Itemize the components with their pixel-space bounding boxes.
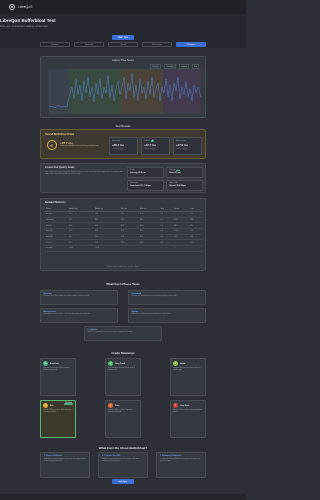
grade-name: Poor	[115, 404, 120, 407]
brand-name: LibreQoS	[18, 5, 33, 9]
grade-meaning-card: C Fair Less than 200 ms increase. Noticeab…	[40, 400, 76, 438]
grade-badge: B	[173, 361, 178, 366]
grade-description: Moderate bufferbloat detected during loa…	[60, 145, 100, 147]
metric-sub: Latency increase	[176, 148, 188, 150]
metric-value: +36.4 ms	[112, 143, 124, 147]
grade-badge: C	[43, 403, 48, 408]
start-test-button[interactable]: Start Test	[112, 35, 134, 40]
phase-info-card: Feedback Results are graded by the increa…	[84, 326, 162, 341]
overall-grade-card: Overall Bufferbloat Grade C +37.7 ms Mod…	[40, 129, 206, 159]
metric-sub: Latency increase	[144, 148, 156, 150]
connection-cell: Video Calls Upload 38.4 Mbps	[166, 180, 203, 191]
metric-value: +37.9 ms	[176, 143, 188, 147]
grade-badge: F	[173, 403, 178, 408]
phase-info-card: Bidirectional Loads both directions at on…	[40, 308, 118, 323]
tips-heading: What Can I Do About Bufferbloat?	[98, 446, 148, 450]
grade-meaning-card: A Very Good Less than 30 ms increase. Exce…	[105, 358, 141, 396]
grade-meanings-heading: Grade Meanings	[111, 351, 135, 355]
connection-quality-card: Connection Quality Grade Your connection…	[40, 163, 206, 193]
table-cell: —	[189, 245, 203, 252]
metric-label: Bidirectional	[176, 139, 186, 142]
grade-description: Less than 60 ms increase. Minor impact o…	[173, 368, 201, 371]
phase-step: Bidirectional	[142, 42, 172, 47]
grade-description: 400 ms or more increase. Severe bufferbl…	[173, 410, 202, 413]
grade-name: Excellent	[50, 362, 59, 365]
results-heading: Test Results	[115, 124, 131, 128]
grade-description: Less than 200 ms increase. Noticeable im…	[43, 410, 73, 413]
stats-note: Latency values in milliseconds; speeds i…	[107, 267, 139, 268]
grade-name: Very Good	[115, 362, 126, 365]
detailed-statistics-card: Detailed Statistics Phase Median Lat. Medi…	[40, 198, 206, 271]
top-bar: LibreQoS	[0, 0, 246, 14]
connection-cell: Gaming ✓ Jitter 4.0 ms	[166, 167, 203, 179]
grade-description: Less than 5 ms increase. Your connection…	[43, 368, 70, 371]
metric-value: +42.7 ms	[144, 143, 156, 148]
upload-region	[121, 69, 163, 113]
bidirectional-metric: Bidirectional +37.9 ms Latency increase	[173, 137, 202, 155]
latency-chart-card: Latency Time Series Baseline Download Up…	[40, 56, 206, 118]
download-metric: Download +36.4 ms Latency increase	[109, 137, 138, 155]
stats-table: Phase Median Lat. Median Lat. Min Lat. Max …	[45, 207, 203, 252]
table-cell: +31.8	[93, 245, 120, 252]
logo-icon	[9, 4, 15, 10]
table-row: Increase +31.0 +31.8— — — — —	[45, 245, 203, 252]
phase-step: Download	[74, 42, 104, 47]
phase-info-card: Download Saturates the download path to r…	[128, 290, 206, 305]
phase-progress: Baseline Download Upload Bidirectional C…	[40, 41, 206, 48]
grade-description: Less than 30 ms increase. Excellent for …	[108, 368, 135, 371]
grade-description: Less than 400 ms increase. Significant p…	[108, 410, 133, 413]
test-again-button[interactable]: Test Again	[112, 479, 134, 484]
grade-meaning-card: D Poor Less than 400 ms increase. Signific…	[105, 400, 141, 438]
table-cell: —	[173, 245, 190, 252]
phase-info-heading: What Each Phase Tests	[106, 282, 140, 286]
latency-chart	[48, 69, 202, 114]
connection-grid: Grade Latency 36.4 ms Gaming ✓ Jitter 4.0…	[127, 167, 203, 191]
stats-title: Detailed Statistics	[45, 201, 66, 204]
table-cell: —	[139, 245, 160, 252]
metric-label: Download	[112, 139, 120, 142]
metric-label: Upload B	[144, 139, 155, 142]
grade-name: Fair	[50, 404, 54, 407]
metric-sub: Latency increase	[112, 148, 124, 150]
phase-step: Baseline	[40, 42, 70, 47]
grade-heading: Overall Bufferbloat Grade	[45, 133, 75, 136]
phase-step-active: Complete	[176, 42, 206, 47]
tip-card: 2. Contact Your ISP Bufferbloat may come …	[98, 452, 148, 478]
upload-metric: Upload B +42.7 ms Latency increase	[141, 137, 170, 155]
metric-badge: B	[150, 140, 155, 142]
grade-meaning-card: B Good Less than 60 ms increase. Minor imp…	[170, 358, 206, 396]
phase-info-card: Upload Saturates the upload path where bu…	[128, 308, 206, 323]
grade-badge: A+	[43, 361, 48, 366]
connection-title: Connection Quality Grade	[45, 166, 75, 169]
tip-card: 3. Advanced Solutions Consider LibreQoS o…	[156, 452, 206, 478]
grade-badge: D	[108, 403, 113, 408]
phase-step: Upload	[108, 42, 138, 47]
grade-name: Good	[180, 362, 186, 365]
grade-badge: A	[108, 361, 113, 366]
grade-name: Very Poor	[180, 404, 190, 407]
tip-card: 1. Router Solutions Upgrade your router f…	[40, 452, 90, 478]
table-cell: +31.0	[67, 245, 94, 252]
connection-cell: Streaming Download 311.7 Mbps	[127, 180, 164, 191]
connection-text: Your connection shows noticeable latency…	[45, 171, 123, 176]
page-footer	[0, 494, 246, 500]
table-cell: —	[159, 245, 174, 252]
page-subtitle: Test your connection's latency under loa…	[0, 25, 48, 28]
baseline-region	[49, 69, 69, 113]
grade-meaning-card: A+ Excellent Less than 5 ms increase. Your…	[40, 358, 76, 396]
phase-info-card: Baseline Measures idle latency without an…	[40, 290, 118, 305]
page-title: LibreQoS Bufferbloat Test	[0, 18, 56, 23]
table-cell: —	[119, 245, 140, 252]
connection-cell: Grade Latency 36.4 ms	[127, 167, 164, 179]
grade-meaning-card: F Very Poor 400 ms or more increase. Sever…	[170, 400, 206, 438]
your-grade-tag: Your Grade	[63, 403, 73, 405]
table-cell: Increase	[45, 245, 68, 252]
grade-letter-badge: C	[47, 140, 57, 150]
